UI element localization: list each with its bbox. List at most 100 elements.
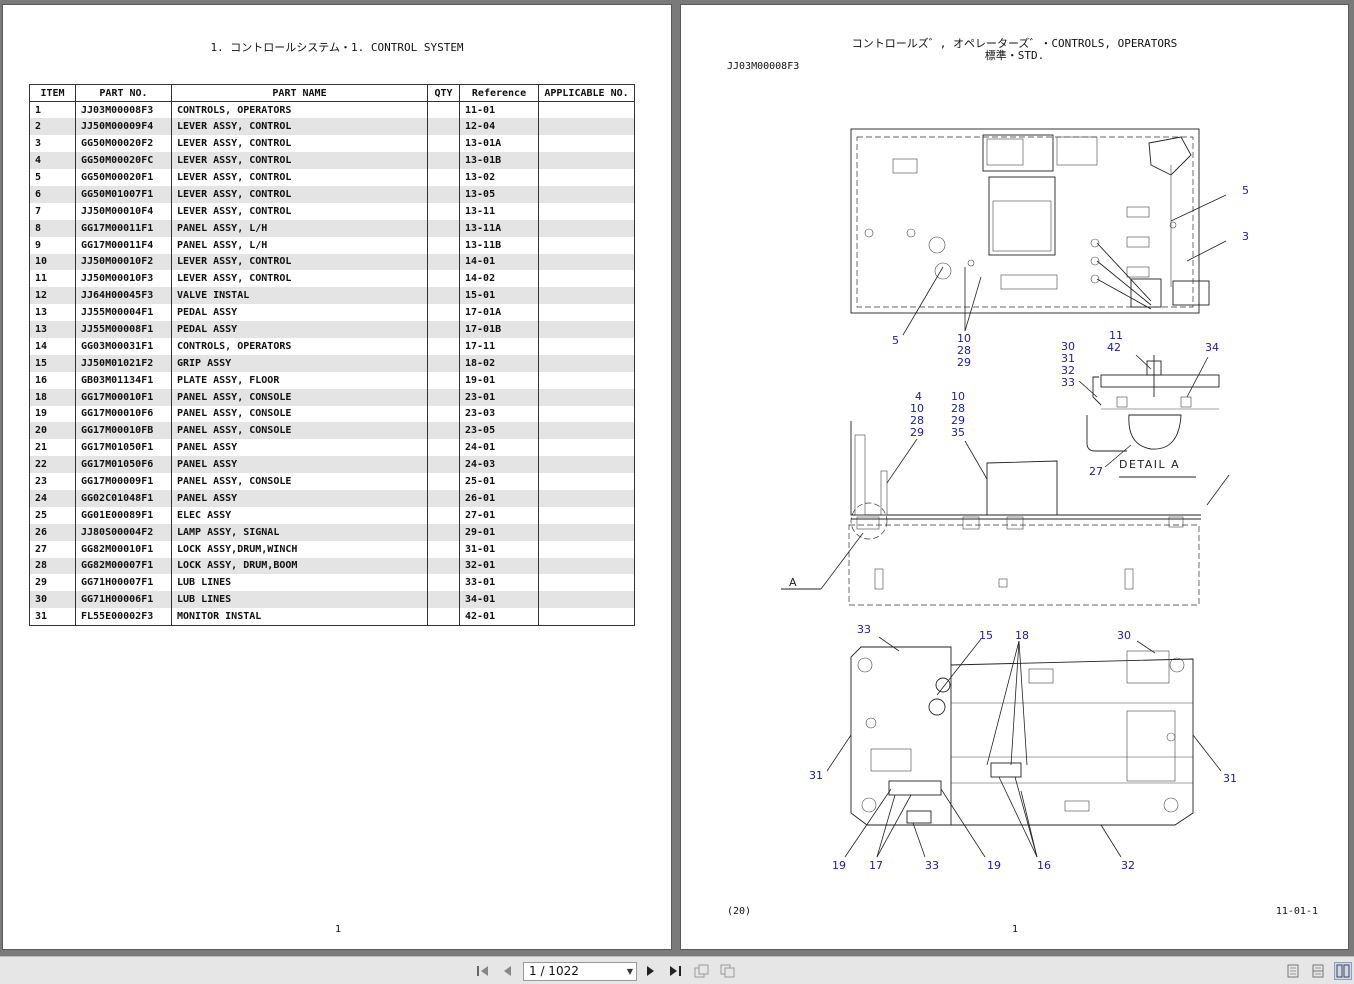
viewer-toolbar: 1 / 1022 ▼ bbox=[0, 956, 1354, 984]
cell-part-no: GG50M00020FC bbox=[75, 152, 172, 170]
table-row: 13 JJ55M00008F1 PEDAL ASSY 17-01B bbox=[29, 321, 635, 338]
cell-qty bbox=[427, 219, 460, 237]
cell-reference: 31-01 bbox=[459, 540, 539, 558]
cell-item: 26 bbox=[29, 523, 76, 541]
cell-part-name: LEVER ASSY, CONTROL bbox=[171, 202, 428, 220]
cell-reference: 23-05 bbox=[459, 422, 539, 440]
cell-qty bbox=[427, 354, 460, 372]
cell-reference: 13-11A bbox=[459, 219, 539, 237]
cell-part-name: LOCK ASSY,DRUM,WINCH bbox=[171, 540, 428, 558]
table-row: 24 GG02C01048F1 PANEL ASSY 26-01 bbox=[29, 489, 635, 507]
callout-35: 35 bbox=[951, 426, 965, 439]
cell-qty bbox=[427, 270, 460, 288]
page-number-field[interactable]: 1 / 1022 ▼ bbox=[523, 962, 637, 981]
cell-applicable-no bbox=[538, 185, 635, 203]
select-pages-button[interactable] bbox=[719, 962, 737, 980]
cell-part-name: PLATE ASSY, FLOOR bbox=[171, 371, 428, 389]
table-row: 5 GG50M00020F1 LEVER ASSY, CONTROL 13-02 bbox=[29, 169, 635, 186]
cell-item: 30 bbox=[29, 591, 76, 609]
cell-applicable-no bbox=[538, 354, 635, 372]
cell-item: 19 bbox=[29, 405, 76, 423]
cell-part-no: GG17M00009F1 bbox=[75, 473, 172, 490]
cell-applicable-no bbox=[538, 169, 635, 186]
cell-part-no: JJ03M00008F3 bbox=[75, 101, 172, 119]
bottom-view-drawing bbox=[826, 636, 1222, 858]
next-page-button[interactable] bbox=[642, 962, 660, 980]
table-row: 12 JJ64H00045F3 VALVE INSTAL 15-01 bbox=[29, 287, 635, 305]
cell-part-name: CONTROLS, OPERATORS bbox=[171, 101, 428, 119]
cell-item: 25 bbox=[29, 506, 76, 524]
callout-18: 18 bbox=[1015, 629, 1029, 642]
table-row: 14 GG03M00031F1 CONTROLS, OPERATORS 17-11 bbox=[29, 337, 635, 355]
cell-part-name: GRIP ASSY bbox=[171, 354, 428, 372]
callout-31b: 31 bbox=[809, 769, 823, 782]
cell-reference: 13-11 bbox=[459, 202, 539, 220]
table-row: 13 JJ55M00004F1 PEDAL ASSY 17-01A bbox=[29, 304, 635, 322]
copy-page-button[interactable] bbox=[693, 962, 711, 980]
cell-reference: 19-01 bbox=[459, 371, 539, 389]
cell-applicable-no bbox=[538, 304, 635, 322]
cell-reference: 29-01 bbox=[459, 523, 539, 541]
table-row: 15 JJ50M01021F2 GRIP ASSY 18-02 bbox=[29, 354, 635, 372]
column-header-reference: Reference bbox=[459, 84, 539, 102]
table-row: 18 GG17M00010F1 PANEL ASSY, CONSOLE 23-01 bbox=[29, 388, 635, 406]
cell-item: 28 bbox=[29, 557, 76, 575]
table-row: 29 GG71H00007F1 LUB LINES 33-01 bbox=[29, 574, 635, 592]
cell-qty bbox=[427, 202, 460, 220]
cell-reference: 24-03 bbox=[459, 456, 539, 474]
select-pages-icon bbox=[720, 964, 735, 978]
cell-qty bbox=[427, 405, 460, 423]
first-page-button[interactable] bbox=[474, 962, 492, 980]
table-row: 27 GG82M00010F1 LOCK ASSY,DRUM,WINCH 31-01 bbox=[29, 540, 635, 558]
cell-applicable-no bbox=[538, 523, 635, 541]
callout-16: 16 bbox=[1037, 859, 1051, 872]
continuous-view-icon bbox=[1312, 964, 1324, 978]
cell-qty bbox=[427, 169, 460, 186]
cell-applicable-no bbox=[538, 574, 635, 592]
cell-part-no: GG01E00089F1 bbox=[75, 506, 172, 524]
two-page-view-button[interactable] bbox=[1334, 962, 1352, 980]
table-row: 9 GG17M00011F4 PANEL ASSY, L/H 13-11B bbox=[29, 236, 635, 254]
cell-part-no: JJ50M00010F3 bbox=[75, 270, 172, 288]
detail-a-label: DETAIL A bbox=[1119, 458, 1180, 471]
table-row: 30 GG71H00006F1 LUB LINES 34-01 bbox=[29, 591, 635, 609]
cell-part-name: PANEL ASSY, CONSOLE bbox=[171, 405, 428, 423]
cell-part-no: JJ55M00008F1 bbox=[75, 321, 172, 338]
column-header-applicable-no: APPLICABLE NO. bbox=[538, 84, 635, 102]
cell-part-name: PANEL ASSY, L/H bbox=[171, 219, 428, 237]
cell-qty bbox=[427, 287, 460, 305]
cell-part-no: GG17M01050F1 bbox=[75, 439, 172, 457]
cell-part-name: PANEL ASSY, CONSOLE bbox=[171, 388, 428, 406]
previous-page-button[interactable] bbox=[498, 962, 516, 980]
page-number: 1 bbox=[335, 924, 342, 935]
right-page: コントロールズ゛, オペレーターズ゛・CONTROLS, OPERATORS 標… bbox=[680, 4, 1349, 950]
cell-part-name: LUB LINES bbox=[171, 574, 428, 592]
cell-reference: 12-04 bbox=[459, 118, 539, 136]
cell-part-name: LEVER ASSY, CONTROL bbox=[171, 185, 428, 203]
last-page-button[interactable] bbox=[666, 962, 684, 980]
cell-part-no: GG82M00010F1 bbox=[75, 540, 172, 558]
cell-part-name: VALVE INSTAL bbox=[171, 287, 428, 305]
cell-part-no: JJ64H00045F3 bbox=[75, 287, 172, 305]
continuous-view-button[interactable] bbox=[1309, 962, 1327, 980]
column-header-item: ITEM bbox=[29, 84, 76, 102]
column-header-qty: QTY bbox=[427, 84, 460, 102]
cell-part-no: JJ50M00010F4 bbox=[75, 202, 172, 220]
cell-applicable-no bbox=[538, 337, 635, 355]
callout-3: 3 bbox=[1242, 230, 1249, 243]
cell-applicable-no bbox=[538, 253, 635, 271]
cell-applicable-no bbox=[538, 101, 635, 119]
cell-part-name: PANEL ASSY, L/H bbox=[171, 236, 428, 254]
left-page: 1. コントロールシステム・1. CONTROL SYSTEM ITEM PAR… bbox=[2, 4, 672, 950]
single-page-view-button[interactable] bbox=[1284, 962, 1302, 980]
cell-reference: 13-01B bbox=[459, 152, 539, 170]
cell-qty bbox=[427, 473, 460, 490]
cell-part-name: LEVER ASSY, CONTROL bbox=[171, 253, 428, 271]
column-header-part-name: PART NAME bbox=[171, 84, 428, 102]
table-row: 1 JJ03M00008F3 CONTROLS, OPERATORS 11-01 bbox=[29, 101, 635, 119]
cell-reference: 13-11B bbox=[459, 236, 539, 254]
chevron-down-icon[interactable]: ▼ bbox=[627, 963, 633, 980]
table-row: 2 JJ50M00009F4 LEVER ASSY, CONTROL 12-04 bbox=[29, 118, 635, 136]
callout-15: 15 bbox=[979, 629, 993, 642]
cell-part-no: FL55E00002F3 bbox=[75, 608, 172, 626]
